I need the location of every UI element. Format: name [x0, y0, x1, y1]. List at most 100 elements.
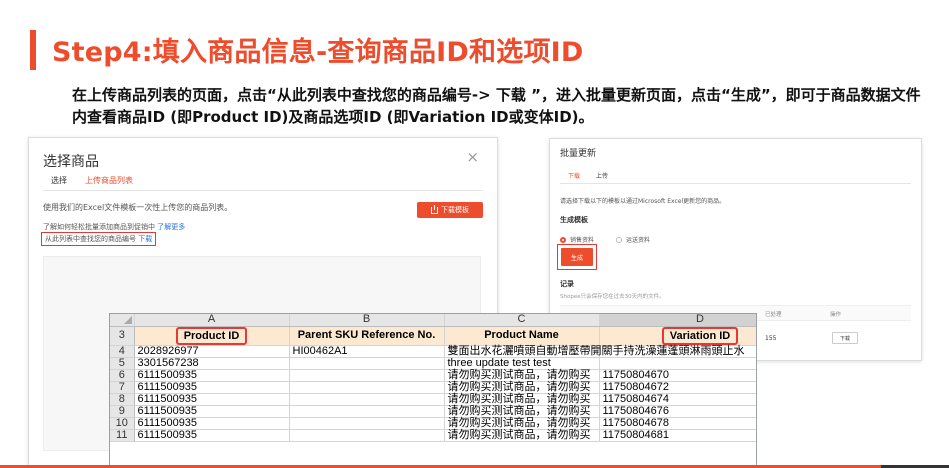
cell-product-id[interactable]: 6111500935 — [134, 369, 290, 382]
learn-more-line: 了解如何轻松批量添加商品到促销中 了解更多 — [43, 222, 185, 232]
radio-sales-info-label: 销售资料 — [570, 237, 595, 244]
row-number[interactable]: 9 — [110, 405, 135, 418]
record-download-button[interactable]: 下载 — [832, 332, 858, 344]
tab-upload[interactable]: 上传 — [596, 171, 608, 180]
cell-variation-id[interactable]: 11750804674 — [599, 393, 756, 406]
radio-unselected-icon — [616, 236, 623, 243]
close-icon[interactable]: × — [466, 148, 479, 166]
header-parent-sku[interactable]: Parent SKU Reference No. — [289, 326, 445, 346]
table-row: 5 3301567238 three update test test — [110, 357, 756, 370]
column-header-c[interactable]: C — [444, 314, 600, 327]
slide-description: 在上传商品列表的页面，点击“从此列表中查找您的商品编号-> 下载 ”，进入批量更… — [72, 86, 921, 126]
cell-parent-sku[interactable] — [289, 357, 445, 370]
title-accent-bar — [30, 30, 36, 70]
cell-variation-id[interactable]: 11750804672 — [599, 381, 756, 394]
row-number[interactable]: 10 — [110, 417, 135, 430]
column-header-a[interactable]: A — [134, 314, 290, 327]
records-description: Shopee只会保存您在过去30天内的文件。 — [560, 294, 665, 300]
cell-product-name[interactable]: 请勿购买测试商品，请勿购买 — [444, 393, 600, 406]
radio-sales-info[interactable]: 销售资料 — [560, 235, 594, 244]
learn-more-text: 了解如何轻松批量添加商品到促销中 — [43, 223, 155, 231]
table-row: 7 6111500935 请勿购买测试商品，请勿购买 11750804672 — [110, 381, 756, 394]
tab-upload-list[interactable]: 上传商品列表 — [85, 175, 133, 191]
cell-parent-sku[interactable] — [289, 429, 445, 442]
header-variation-id[interactable]: Variation ID — [599, 326, 756, 346]
cell-product-id[interactable]: 6111500935 — [134, 429, 290, 442]
column-processed: 已处理 — [765, 312, 782, 318]
records-label: 记录 — [560, 280, 574, 288]
download-template-label: 下载模板 — [441, 206, 469, 214]
tab-divider — [43, 190, 483, 191]
row-number[interactable]: 4 — [110, 345, 135, 358]
cell-product-name[interactable]: three update test test — [444, 357, 600, 370]
cell-product-id[interactable]: 3301567238 — [134, 357, 290, 370]
dialog-tabs: 下载 上传 — [568, 171, 608, 184]
radio-shipping-info[interactable]: 运送资料 — [616, 235, 650, 244]
column-header-b[interactable]: B — [289, 314, 445, 327]
cell-parent-sku[interactable] — [289, 369, 445, 382]
upload-description: 使用我们的Excel文件模板一次性上传您的商品列表。 — [43, 203, 233, 212]
table-row: 11 6111500935 请勿购买测试商品，请勿购买 11750804681 — [110, 429, 756, 442]
cell-variation-id[interactable] — [599, 357, 756, 370]
download-icon — [431, 204, 438, 214]
product-id-highlight: Product ID — [175, 326, 248, 345]
find-product-id-download-link[interactable]: 下载 — [138, 235, 152, 243]
variation-id-highlight: Variation ID — [661, 326, 739, 345]
row-number[interactable]: 3 — [110, 326, 135, 346]
table-row: 6 6111500935 请勿购买测试商品，请勿购买 11750804670 — [110, 369, 756, 382]
cell-product-id[interactable]: 6111500935 — [134, 405, 290, 418]
tab-select[interactable]: 选择 — [51, 175, 67, 186]
row-number[interactable]: 8 — [110, 393, 135, 406]
cell-product-name[interactable]: 请勿购买测试商品，请勿购买 — [444, 405, 600, 418]
cell-variation-id[interactable]: 11750804681 — [599, 429, 756, 442]
cell-product-name[interactable]: 雙面出水花灑噴頭自動增壓帶開關手持洗澡蓮蓬頭淋雨頭止水 — [444, 345, 745, 358]
slide-title: Step4:填入商品信息-查询商品ID和选项ID — [52, 37, 584, 68]
header-product-name[interactable]: Product Name — [444, 326, 600, 346]
cell-product-id[interactable]: 6111500935 — [134, 381, 290, 394]
find-product-id-line: 从此列表中查找您的商品编号 下载 — [41, 232, 157, 246]
dialog-tabs: 选择 上传商品列表 — [51, 175, 133, 191]
cell-product-name[interactable]: 请勿购买测试商品，请勿购买 — [444, 369, 600, 382]
cell-variation-id[interactable]: 11750804670 — [599, 369, 756, 382]
row-number[interactable]: 7 — [110, 381, 135, 394]
cell-product-id[interactable]: 2028926977 — [134, 345, 290, 358]
cell-product-id[interactable]: 6111500935 — [134, 417, 290, 430]
column-header-d[interactable]: D — [599, 314, 756, 327]
column-header-row: A B C D — [110, 314, 756, 327]
header-product-id[interactable]: Product ID — [134, 326, 290, 346]
select-all-corner[interactable] — [110, 314, 135, 327]
excel-spreadsheet: A B C D 3 Product ID Parent SKU Referenc… — [109, 313, 757, 468]
download-template-button[interactable]: 下载模板 — [417, 202, 483, 218]
template-type-radio-group: 销售资料 运送资料 — [560, 235, 650, 244]
table-row: 4 2028926977 HI00462A1 雙面出水花灑噴頭自動增壓帶開關手持… — [110, 345, 756, 358]
cell-variation-id[interactable]: 11750804678 — [599, 417, 756, 430]
row-number[interactable]: 5 — [110, 357, 135, 370]
radio-selected-icon — [560, 236, 566, 243]
cell-parent-sku[interactable]: HI00462A1 — [289, 345, 445, 358]
sheet-grid: A B C D 3 Product ID Parent SKU Referenc… — [110, 314, 756, 442]
cell-variation-id[interactable]: 11750804676 — [599, 405, 756, 418]
cell-product-name[interactable]: 请勿购买测试商品，请勿购买 — [444, 429, 600, 442]
cell-product-name[interactable]: 请勿购买测试商品，请勿购买 — [444, 417, 600, 430]
row-number[interactable]: 11 — [110, 429, 135, 442]
dialog-title: 批量更新 — [560, 149, 597, 159]
generate-highlight-box: 生成 — [557, 244, 597, 270]
cell-parent-sku[interactable] — [289, 393, 445, 406]
cell-product-name[interactable]: 请勿购买测试商品，请勿购买 — [444, 381, 600, 394]
processed-count: 155 — [765, 335, 777, 342]
table-row: 9 6111500935 请勿购买测试商品，请勿购买 11750804676 — [110, 405, 756, 418]
find-product-id-text: 从此列表中查找您的商品编号 — [45, 235, 136, 243]
cell-parent-sku[interactable] — [289, 381, 445, 394]
dialog-title: 选择商品 — [43, 154, 99, 170]
cell-parent-sku[interactable] — [289, 405, 445, 418]
download-description: 请选择下载以下的模板以通过Microsoft Excel更新您的商品。 — [560, 198, 726, 205]
row-number[interactable]: 6 — [110, 369, 135, 382]
column-action: 操作 — [830, 312, 842, 318]
tab-divider — [560, 183, 911, 184]
cell-parent-sku[interactable] — [289, 417, 445, 430]
learn-more-link[interactable]: 了解更多 — [157, 223, 185, 231]
cell-product-id[interactable]: 6111500935 — [134, 393, 290, 406]
table-row: 8 6111500935 请勿购买测试商品，请勿购买 11750804674 — [110, 393, 756, 406]
generate-button[interactable]: 生成 — [561, 248, 593, 266]
tab-download[interactable]: 下载 — [568, 171, 581, 184]
